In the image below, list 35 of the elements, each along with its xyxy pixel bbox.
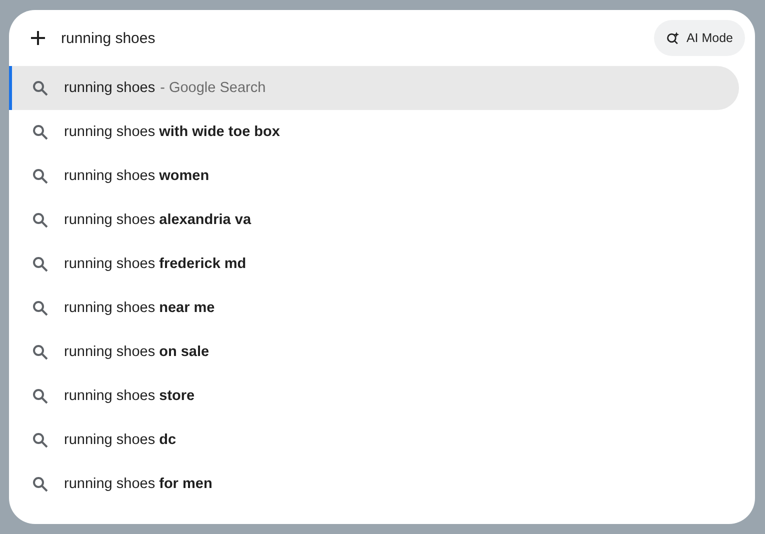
plus-icon[interactable] (30, 30, 46, 46)
suggestion-item[interactable]: running shoes alexandria va (9, 198, 739, 242)
suggestion-text: running shoes near me (64, 300, 215, 316)
suggestion-text: running shoes women (64, 168, 210, 184)
search-icon (32, 476, 48, 492)
suggestion-text: running shoes dc (64, 432, 176, 448)
suggestion-text: running shoes with wide toe box (64, 124, 280, 140)
suggestion-item[interactable]: running shoes - Google Search (9, 66, 739, 110)
search-icon (32, 168, 48, 184)
suggestion-item[interactable]: running shoes near me (9, 286, 739, 330)
suggestion-item[interactable]: running shoes on sale (9, 330, 739, 374)
suggestion-item[interactable]: running shoes women (9, 154, 739, 198)
suggestion-text: running shoes store (64, 388, 195, 404)
search-icon (32, 388, 48, 404)
suggestion-text: running shoes for men (64, 476, 212, 492)
search-icon (32, 212, 48, 228)
search-icon (32, 344, 48, 360)
suggestion-item[interactable]: running shoes with wide toe box (9, 110, 739, 154)
search-icon (32, 432, 48, 448)
suggestion-text: running shoes (64, 80, 156, 96)
ai-mode-button[interactable]: AI Mode (654, 20, 745, 56)
suggestion-item[interactable]: running shoes dc (9, 418, 739, 462)
suggestion-text: running shoes frederick md (64, 256, 246, 272)
search-icon (32, 124, 48, 140)
search-icon (32, 256, 48, 272)
search-icon (32, 300, 48, 316)
sparkle-search-icon (666, 31, 680, 45)
suggestion-item[interactable]: running shoes frederick md (9, 242, 739, 286)
suggestion-item[interactable]: running shoes for men (9, 462, 739, 506)
suggestion-text: running shoes on sale (64, 344, 210, 360)
suggestion-item[interactable]: running shoes store (9, 374, 739, 418)
search-icon (32, 80, 48, 96)
suggestion-hint: - Google Search (160, 80, 266, 96)
search-field[interactable]: running shoes (61, 30, 654, 46)
suggestion-text: running shoes alexandria va (64, 212, 252, 228)
